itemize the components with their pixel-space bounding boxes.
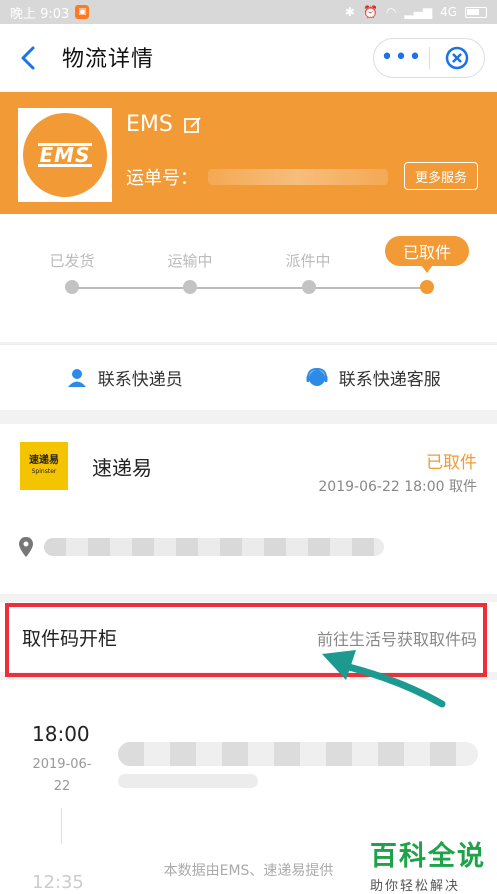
- timeline-connector: [61, 808, 62, 844]
- wifi-icon: ◠: [385, 5, 397, 19]
- progress-line: [72, 287, 428, 289]
- contact-row: 联系快递员 联系快递客服: [0, 344, 497, 410]
- ems-logo-text: EMS: [37, 143, 93, 167]
- status-bar: 晚上 9:03 ▣ ✱ ⏰ ◠ ▂▄▆ 4G: [0, 0, 497, 24]
- timeline-time: 18:00: [32, 722, 90, 746]
- pickup-status: 已取件: [426, 453, 477, 473]
- step-dot-picked-up: [420, 280, 434, 294]
- bluetooth-icon: ✱: [344, 5, 355, 19]
- step-label-shipped: 已发货: [49, 252, 95, 270]
- mini-program-capsule: •••: [373, 38, 485, 78]
- signal-icon: ▂▄▆: [404, 5, 433, 19]
- contact-service-button[interactable]: 联系快递客服: [249, 345, 497, 410]
- highlight-frame: [5, 603, 487, 677]
- battery-icon: [465, 6, 487, 18]
- step-dot-in-transit: [183, 280, 197, 294]
- notification-icon: ▣: [75, 5, 90, 19]
- shipment-banner: EMS EMS 运单号：: [0, 92, 497, 214]
- step-dot-delivering: [302, 280, 316, 294]
- shop-logo-text: 速递易: [29, 455, 59, 466]
- timeline-date: 2019-06- 22: [30, 754, 94, 798]
- step-dot-shipped: [65, 280, 79, 294]
- tracking-number-row: 运单号：: [126, 164, 388, 190]
- close-button[interactable]: [430, 45, 484, 71]
- timeline-event-redacted-2: [118, 774, 258, 788]
- more-button[interactable]: •••: [374, 47, 429, 69]
- more-services-button[interactable]: 更多服务: [404, 162, 478, 190]
- timeline-event-redacted: [118, 742, 478, 766]
- pickup-shop-name: 速递易: [92, 456, 152, 480]
- carrier-name: EMS: [126, 112, 173, 137]
- page-title: 物流详情: [62, 47, 155, 72]
- contact-courier-button[interactable]: 联系快递员: [0, 345, 249, 410]
- contact-courier-label: 联系快递员: [97, 370, 183, 390]
- shop-logo-sub: Spinster: [31, 468, 57, 475]
- alarm-icon: ⏰: [362, 5, 378, 19]
- edit-icon[interactable]: [183, 115, 203, 135]
- status-time: 晚上 9:03: [10, 6, 70, 22]
- back-arrow-icon[interactable]: [16, 44, 42, 72]
- network-type: 4G: [440, 5, 457, 19]
- tracking-label: 运单号：: [126, 168, 198, 189]
- close-circle-icon: [445, 46, 469, 70]
- pickup-shop-logo: 速递易 Spinster: [20, 442, 68, 490]
- carrier-name-row: EMS: [126, 112, 203, 137]
- location-pin-icon: [19, 537, 33, 557]
- timeline-date-line1: 2019-06-: [32, 757, 92, 772]
- shipment-progress: 已发货 运输中 派件中 已取件: [0, 214, 497, 342]
- pickup-time: 2019-06-22 18:00 取件: [318, 479, 477, 495]
- watermark: 百科全说 助你轻松解决: [370, 834, 486, 894]
- customer-service-icon: [306, 367, 328, 386]
- contact-service-label: 联系快递客服: [338, 370, 441, 390]
- step-label-delivering: 派件中: [285, 252, 331, 270]
- pickup-card: 速递易 Spinster 速递易 已取件 2019-06-22 18:00 取件: [0, 424, 497, 594]
- watermark-sub: 助你轻松解决: [370, 879, 461, 894]
- watermark-main: 百科全说: [370, 841, 486, 872]
- timeline-date-line2: 22: [53, 779, 71, 794]
- pickup-address-row: [18, 536, 384, 558]
- courier-icon: [67, 368, 86, 387]
- tracking-number-redacted: [208, 169, 388, 185]
- carrier-logo: EMS: [18, 108, 112, 202]
- nav-bar: 物流详情 •••: [0, 24, 497, 92]
- step-label-in-transit: 运输中: [167, 252, 213, 270]
- step-label-picked-up: 已取件: [385, 236, 469, 273]
- pickup-address-redacted: [44, 538, 384, 556]
